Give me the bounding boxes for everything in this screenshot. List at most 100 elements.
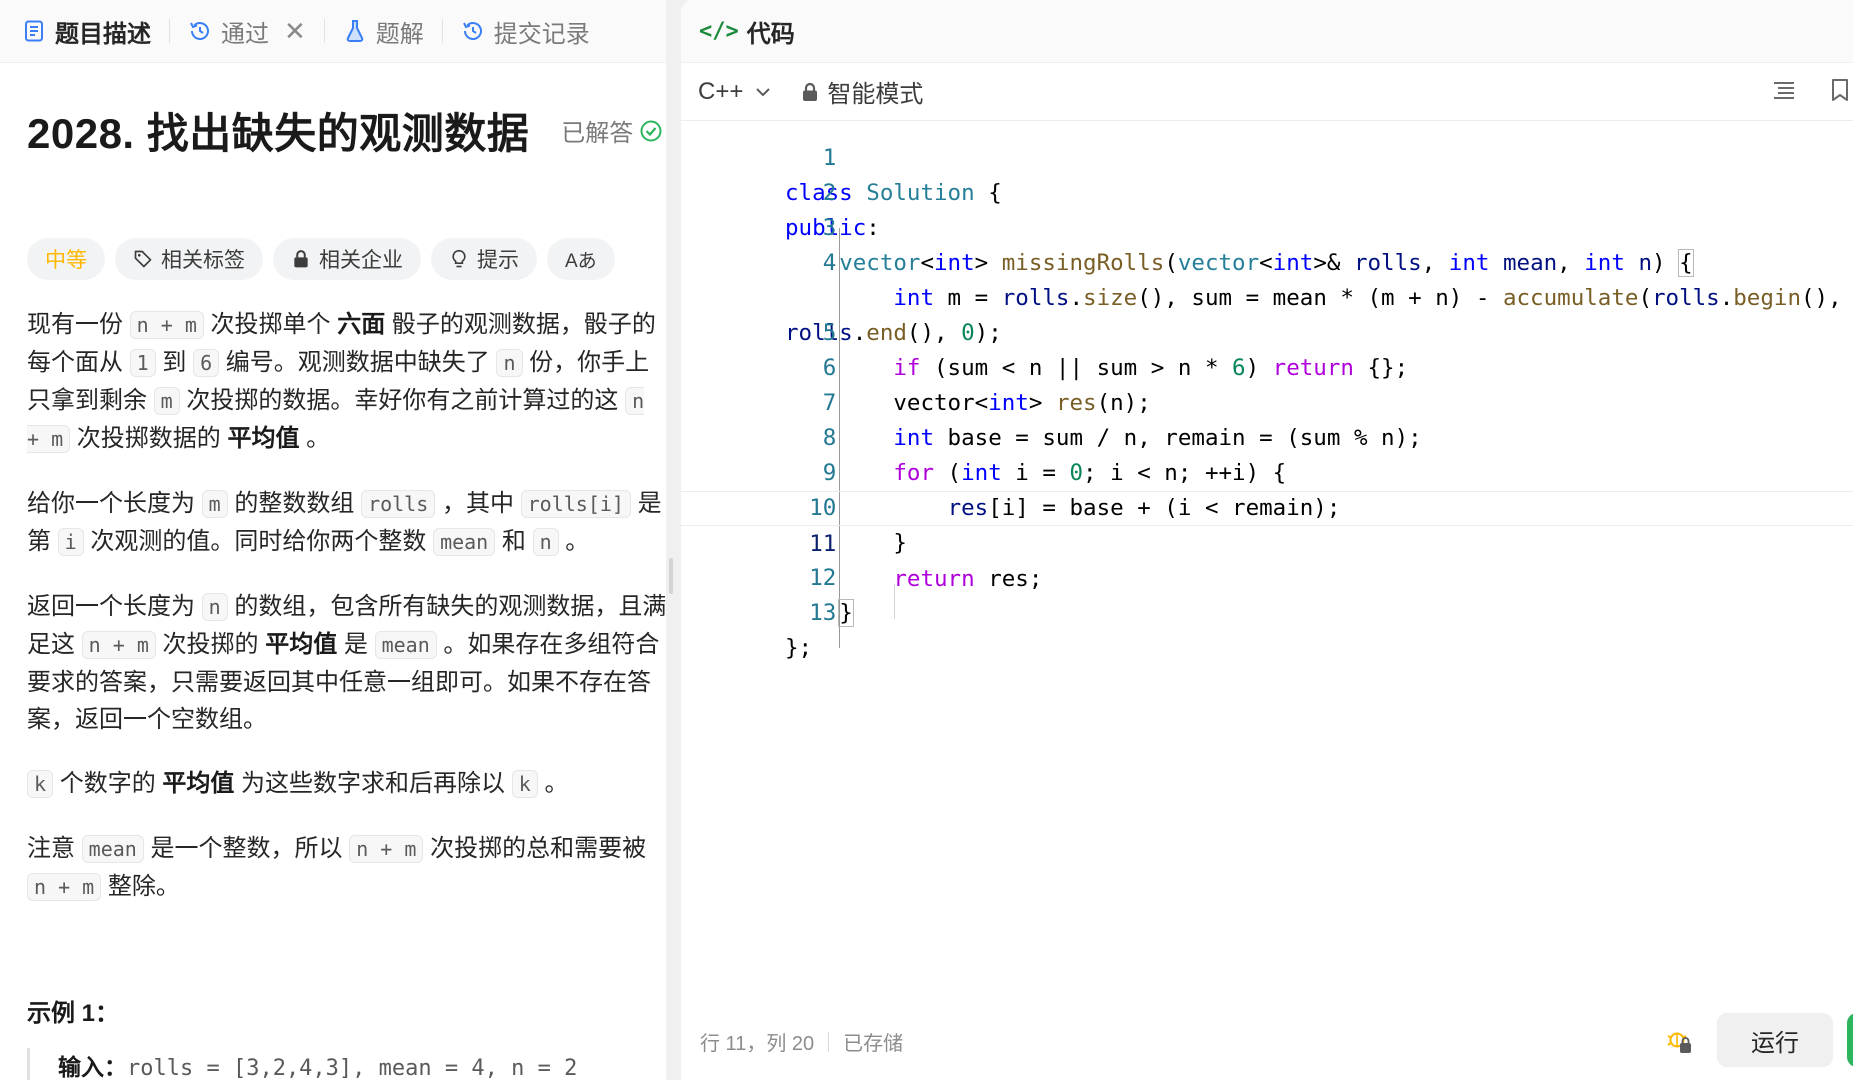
lock-icon: [803, 82, 818, 101]
inline-code: mean: [433, 528, 496, 556]
format-icon[interactable]: [1771, 77, 1797, 103]
inline-code: n: [201, 593, 228, 621]
hint-button[interactable]: 提示: [431, 238, 537, 280]
code-line: 10 }: [681, 456, 1853, 556]
inline-code: rolls[i]: [520, 490, 631, 518]
code-line: 9 res[i] = base + (i < remain);: [681, 421, 1853, 521]
code-line: 2 public:: [681, 141, 1853, 241]
close-icon[interactable]: ✕: [284, 16, 306, 47]
inline-code: mean: [81, 835, 144, 863]
language-label: C++: [698, 77, 744, 105]
difficulty-badge: 中等: [27, 238, 105, 280]
bookmark-icon[interactable]: [1827, 77, 1853, 103]
problem-panel: 题目描述 通过 ✕ 题解 提交记录 2028. 找出缺失的观测数据 已解答 中等…: [0, 0, 666, 1080]
run-button[interactable]: 运行: [1717, 1013, 1833, 1067]
inline-code: k: [511, 770, 538, 798]
code-panel: </> 代码 C++ 智能模式 1 class Solution { 2 pub…: [681, 0, 1853, 1080]
tab-divider: [323, 19, 325, 43]
problem-header: 2028. 找出缺失的观测数据 已解答: [27, 100, 666, 161]
cursor-position: 行 11，列 20: [700, 1033, 815, 1055]
code-line: 12 }: [681, 526, 1853, 627]
text: 。: [558, 528, 590, 555]
code-panel-header: </> 代码: [681, 0, 1853, 63]
debug-icon[interactable]: [1665, 1027, 1693, 1055]
inline-code: rolls: [361, 490, 436, 518]
text: 次投掷的数据。幸好你有之前计算过的这: [179, 387, 626, 414]
check-circle-icon: [640, 120, 662, 141]
inline-code: 1: [129, 349, 156, 377]
code-line: 6 vector<int> res(n);: [681, 316, 1853, 416]
tab-label: 提交记录: [493, 20, 590, 48]
history-icon: [190, 22, 209, 40]
code-line: 13 };: [681, 561, 1853, 661]
code-line-wrap: rolls.end(), 0);: [681, 246, 1853, 346]
code-line: 1 class Solution {: [681, 106, 1853, 206]
text: 次投掷数据的: [70, 425, 228, 452]
chevron-down-icon: [756, 87, 771, 96]
example-block: 输入：rolls = [3,2,4,3], mean = 4, n = 2: [27, 1048, 647, 1080]
inline-code: i: [57, 528, 84, 556]
description-paragraph: 给你一个长度为 m 的整数数组 rolls ，其中 rolls[i] 是第 i …: [27, 485, 666, 561]
text: 返回一个长度为: [27, 593, 202, 620]
history-icon: [462, 22, 482, 40]
mode-label: 智能模式: [827, 81, 924, 108]
submit-button[interactable]: [1847, 1013, 1853, 1067]
tag-row: 中等 相关标签 相关企业 提示 Aあ: [27, 238, 615, 280]
text: 和: [495, 528, 533, 555]
bold-text: 平均值: [162, 770, 235, 797]
tab-label: 通过: [221, 20, 269, 48]
related-tags-button[interactable]: 相关标签: [115, 238, 263, 280]
bold-text: 六面: [337, 311, 386, 338]
text: 整除。: [101, 873, 180, 900]
text: 注意: [27, 835, 82, 862]
tab-description[interactable]: 题目描述: [22, 0, 169, 63]
panel-splitter[interactable]: [666, 0, 678, 1080]
language-select[interactable]: C++: [698, 78, 773, 106]
text: 。: [537, 770, 569, 797]
code-panel-title: 代码: [746, 20, 795, 48]
text: 现有一份: [27, 311, 130, 338]
text: 次投掷的总和需要被: [423, 835, 647, 862]
editor-status-bar: 行 11，列 20 已存储 运行: [681, 1003, 1853, 1080]
text: ，其中: [435, 490, 521, 517]
solved-badge: 已解答: [561, 113, 663, 148]
code-line-current: 11 return res;: [681, 491, 1853, 592]
inline-code: m: [153, 387, 180, 415]
bold-text: 平均值: [265, 631, 338, 658]
inline-code: n: [532, 528, 559, 556]
solved-label: 已解答: [561, 120, 634, 147]
tab-solutions[interactable]: 题解: [343, 0, 442, 63]
lock-icon: [294, 250, 308, 268]
related-companies-button[interactable]: 相关企业: [273, 238, 421, 280]
page-title[interactable]: 2028. 找出缺失的观测数据: [27, 100, 529, 161]
text: 到: [155, 349, 194, 376]
text: 。: [299, 425, 331, 452]
inline-code: m: [201, 490, 228, 518]
resize-handle[interactable]: [669, 558, 673, 594]
description-paragraph: 现有一份 n + m 次投掷单个 六面 骰子的观测数据，骰子的每个面从 1 到 …: [27, 306, 666, 458]
text: 的整数数组: [227, 490, 362, 517]
save-status: 已存储: [843, 1033, 904, 1055]
tag-label: 相关标签: [161, 249, 245, 272]
tab-divider: [441, 19, 443, 43]
inline-code: 6: [193, 349, 220, 377]
inline-code: n + m: [27, 873, 102, 901]
inline-code: mean: [374, 631, 437, 659]
translate-icon: Aあ: [565, 250, 597, 272]
example-input-label: 输入：: [58, 1054, 127, 1080]
example-input-value: rolls = [3,2,4,3], mean = 4, n = 2: [127, 1056, 578, 1080]
difficulty-label: 中等: [45, 249, 87, 272]
tab-accepted[interactable]: 通过 ✕: [188, 0, 324, 63]
bold-text: 平均值: [227, 425, 300, 452]
tab-label: 题目描述: [55, 20, 151, 48]
lightbulb-icon: [452, 249, 466, 268]
tab-submissions[interactable]: 提交记录: [461, 0, 608, 63]
code-editor[interactable]: 1 class Solution { 2 public: 3 vector<in…: [681, 123, 1853, 1003]
tag-label: 相关企业: [319, 249, 403, 272]
text: 次投掷单个: [203, 311, 338, 338]
smart-mode-toggle[interactable]: 智能模式: [801, 74, 923, 109]
inline-code: n: [496, 349, 523, 377]
document-icon: [25, 20, 43, 42]
translate-button[interactable]: Aあ: [547, 238, 615, 280]
status-divider: [828, 1031, 830, 1052]
